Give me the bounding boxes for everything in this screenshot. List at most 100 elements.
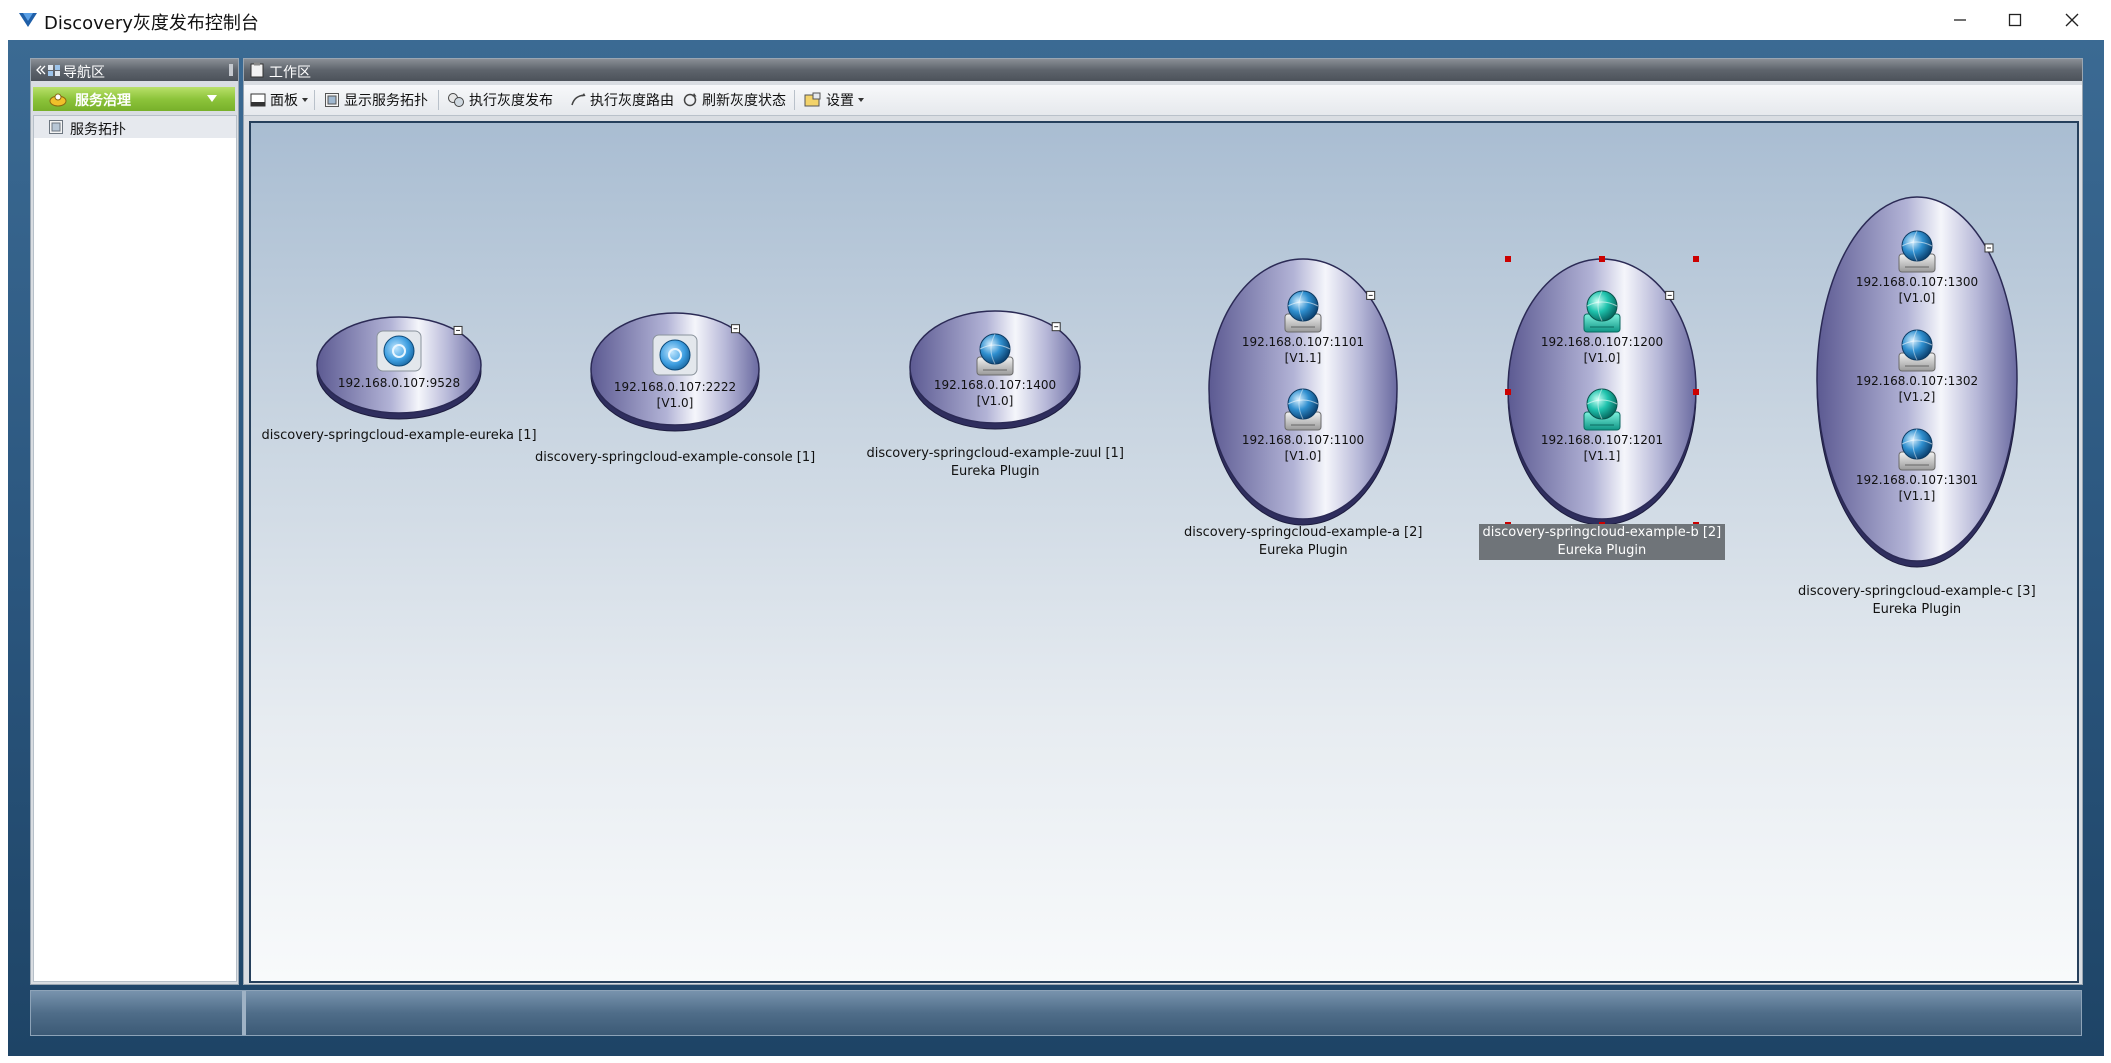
group-label: 服务治理: [75, 93, 131, 109]
refresh-gray-status-button[interactable]: 刷新灰度状态: [682, 89, 786, 111]
nav-panel-title: 导航区: [63, 65, 105, 81]
instance-label: 192.168.0.107:1400 [V1.0]: [915, 377, 1075, 409]
show-topology-label: 显示服务拓扑: [344, 93, 428, 109]
service-label[interactable]: discovery-springcloud-example-b [2] Eurek…: [1478, 524, 1726, 560]
instance-version: [V1.2]: [1898, 390, 1936, 404]
nav-panel-header: 导航区: [31, 59, 238, 81]
instance-address: 192.168.0.107:9528: [337, 376, 461, 390]
selection-handle[interactable]: [1693, 389, 1699, 395]
instance-address: 192.168.0.107:1200: [1540, 335, 1664, 349]
instance-address: 192.168.0.107:1300: [1855, 275, 1979, 289]
refresh-gray-status-label: 刷新灰度状态: [702, 93, 786, 109]
globe-server-icon: [1898, 329, 1936, 372]
service-label[interactable]: discovery-springcloud-example-a [2] Eurek…: [1184, 524, 1422, 560]
instance-label: 192.168.0.107:1201 [V1.1]: [1522, 432, 1682, 464]
toolbar: 面板 显示服务拓扑 执行灰度发布 执行灰度路由 刷新灰度状态 设置: [244, 85, 2082, 116]
instance-label: 192.168.0.107:9528: [319, 375, 479, 391]
instance-label: 192.168.0.107:2222 [V1.0]: [595, 379, 755, 411]
nav-list: 服务拓扑: [33, 115, 237, 982]
instance-version: [V1.0]: [1583, 351, 1621, 365]
work-panel-title: 工作区: [269, 65, 311, 81]
nav-item-label: 服务拓扑: [70, 122, 126, 138]
toolbar-separator: [314, 90, 315, 110]
settings-menu-button[interactable]: 设置: [804, 89, 869, 111]
close-button[interactable]: [2042, 0, 2102, 40]
window-title: Discovery灰度发布控制台: [44, 13, 259, 34]
instance-version: [V1.0]: [1898, 291, 1936, 305]
gray-route-button[interactable]: 执行灰度路由: [570, 89, 674, 111]
teal-globe-server-icon: [1583, 388, 1621, 431]
dropdown-arrow-icon: [302, 98, 308, 102]
eureka-server-icon: [376, 330, 422, 372]
instance-label: 192.168.0.107:1300 [V1.0]: [1837, 274, 1997, 306]
instance-label: 192.168.0.107:1301 [V1.1]: [1837, 472, 1997, 504]
expand-toggle-icon[interactable]: [1051, 322, 1061, 332]
service-node[interactable]: [590, 312, 760, 432]
panel-icon: [250, 93, 266, 107]
instance-address: 192.168.0.107:1301: [1855, 473, 1979, 487]
instance-label: 192.168.0.107:1302 [V1.2]: [1837, 373, 1997, 405]
service-plugin: Eureka Plugin: [1557, 543, 1647, 558]
service-node[interactable]: [316, 316, 482, 420]
service-node[interactable]: [1507, 258, 1697, 526]
work-panel-header: 工作区: [244, 59, 2082, 81]
expand-toggle-icon[interactable]: [1665, 290, 1675, 300]
globe-server-icon: [1284, 290, 1322, 333]
globe-server-icon: [1898, 428, 1936, 471]
globe-server-icon: [1898, 230, 1936, 273]
instance-version: [V1.0]: [656, 396, 694, 410]
navigation-icon: [48, 65, 60, 76]
bottom-divider: [242, 991, 246, 1035]
expand-toggle-icon[interactable]: [1984, 243, 1994, 253]
teal-globe-server-icon: [1583, 290, 1621, 333]
nav-item-service-topology[interactable]: 服务拓扑: [34, 116, 236, 138]
globe-server-icon: [976, 333, 1014, 376]
gray-release-button[interactable]: 执行灰度发布: [447, 89, 553, 111]
maximize-button[interactable]: [1985, 0, 2045, 40]
service-name: discovery-springcloud-example-b [2]: [1482, 525, 1722, 540]
gray-route-label: 执行灰度路由: [590, 93, 674, 109]
selection-handle[interactable]: [1599, 256, 1605, 262]
instance-address: 192.168.0.107:1400: [933, 378, 1057, 392]
service-name: discovery-springcloud-example-c [3]: [1798, 584, 2036, 599]
selection-handle[interactable]: [1505, 256, 1511, 262]
service-label[interactable]: discovery-springcloud-example-console [1…: [535, 449, 815, 467]
panel-grip-icon[interactable]: [228, 64, 234, 76]
instance-label: 192.168.0.107:1200 [V1.0]: [1522, 334, 1682, 366]
gray-route-icon: [571, 93, 586, 106]
instance-address: 192.168.0.107:1100: [1241, 433, 1365, 447]
selection-handle[interactable]: [1505, 389, 1511, 395]
instance-version: [V1.0]: [976, 394, 1014, 408]
instance-label: 192.168.0.107:1101 [V1.1]: [1223, 334, 1383, 366]
instance-address: 192.168.0.107:1101: [1241, 335, 1365, 349]
minimize-button[interactable]: [1930, 0, 1990, 40]
bottom-status-strip: [30, 990, 2082, 1036]
minimize-icon: [1954, 19, 1966, 21]
expand-toggle-icon[interactable]: [1366, 290, 1376, 300]
service-node[interactable]: [909, 310, 1081, 430]
toolbar-separator: [794, 90, 795, 110]
service-label[interactable]: discovery-springcloud-example-c [3] Eurek…: [1798, 583, 2036, 619]
topology-canvas[interactable]: 192.168.0.107:9528 discovery-springcloud-…: [249, 121, 2079, 983]
gray-release-label: 执行灰度发布: [469, 93, 553, 109]
refresh-icon: [683, 93, 697, 107]
expand-toggle-icon[interactable]: [730, 324, 740, 334]
service-governance-group[interactable]: 服务治理: [33, 87, 235, 111]
service-name: discovery-springcloud-example-a [2]: [1184, 525, 1423, 540]
service-label[interactable]: discovery-springcloud-example-eureka [1]: [262, 427, 537, 445]
instance-version: [V1.1]: [1284, 351, 1322, 365]
instance-address: 192.168.0.107:2222: [613, 380, 737, 394]
service-name: discovery-springcloud-example-eureka [1]: [261, 428, 537, 443]
console-server-icon: [652, 334, 698, 376]
panel-menu-button[interactable]: 面板: [250, 89, 313, 111]
clipboard-icon: [250, 62, 264, 78]
service-label[interactable]: discovery-springcloud-example-zuul [1] Eu…: [867, 445, 1124, 481]
collapse-icon[interactable]: [35, 64, 47, 76]
instance-version: [V1.1]: [1898, 489, 1936, 503]
expand-toggle-icon[interactable]: [453, 325, 463, 335]
show-topology-button[interactable]: 显示服务拓扑: [324, 89, 428, 111]
service-plugin: Eureka Plugin: [1872, 602, 1962, 617]
selection-handle[interactable]: [1693, 256, 1699, 262]
service-node[interactable]: [1208, 258, 1398, 526]
work-panel: 工作区 面板 显示服务拓扑 执行灰度发布 执行灰度路由 刷新灰度状态 设置 19…: [243, 58, 2083, 985]
